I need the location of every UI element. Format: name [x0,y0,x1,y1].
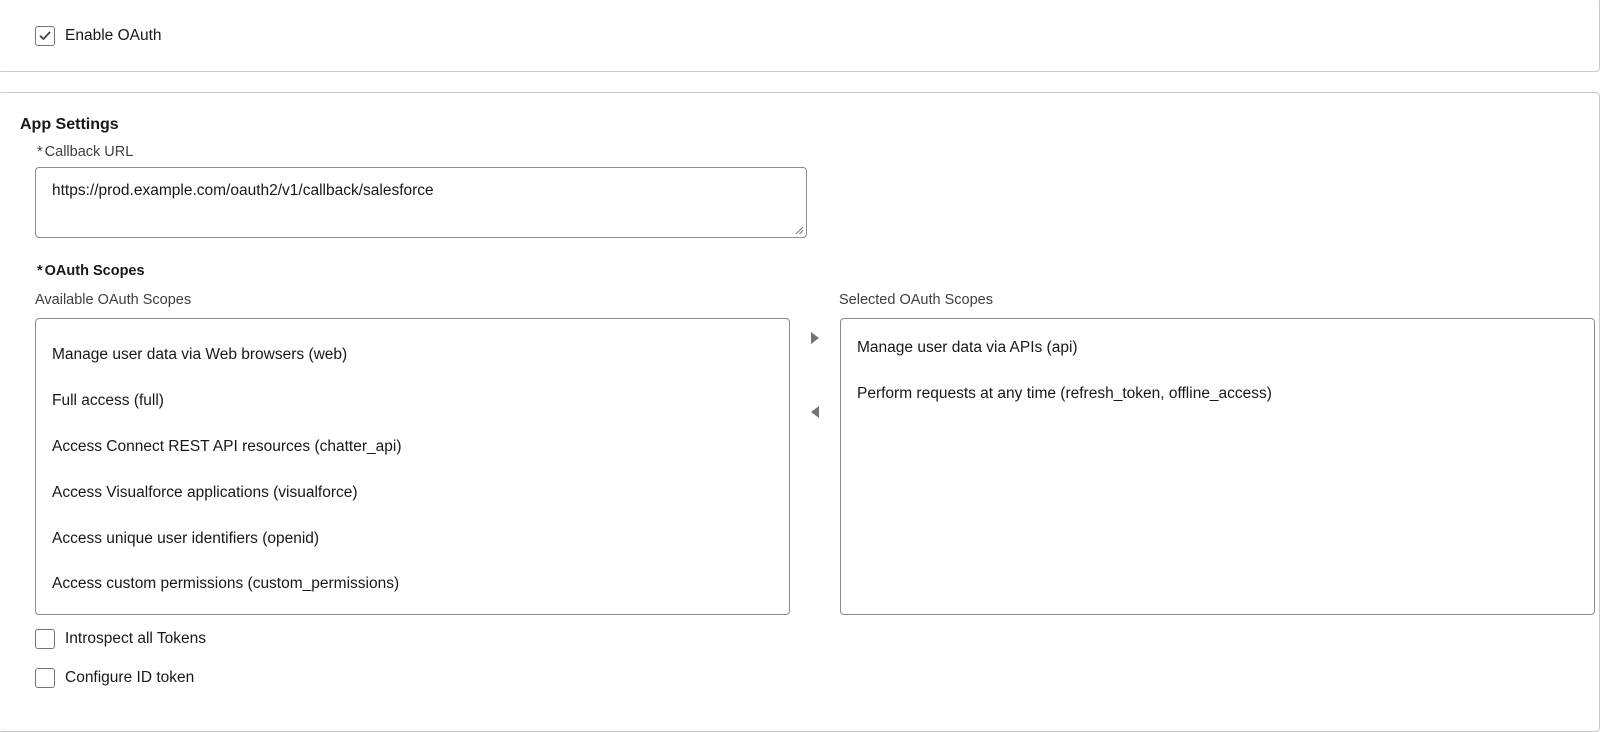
available-scopes-label: Available OAuth Scopes [35,292,192,308]
enable-oauth-label: Enable OAuth [65,27,162,44]
triangle-right-icon [811,332,819,344]
configure-id-token-row[interactable]: Configure ID token [35,667,194,689]
available-scope-option[interactable]: Full access (full) [52,392,164,410]
selected-scopes-label: Selected OAuth Scopes [839,292,993,308]
callback-url-label-text: Callback URL [44,144,134,160]
selected-scopes-listbox[interactable]: Manage user data via APIs (api) Perform … [840,318,1595,615]
triangle-left-icon [811,406,819,418]
selected-scope-option[interactable]: Manage user data via APIs (api) [857,339,1078,357]
available-scope-option[interactable]: Access Visualforce applications (visualf… [52,484,358,502]
introspect-tokens-checkbox[interactable] [35,629,55,649]
oauth-scopes-label-text: OAuth Scopes [44,263,145,279]
enable-oauth-row[interactable]: Enable OAuth [35,25,162,47]
configure-id-token-label: Configure ID token [65,669,195,686]
introspect-tokens-row[interactable]: Introspect all Tokens [35,628,206,650]
available-scope-option[interactable]: Access Connect REST API resources (chatt… [52,438,401,456]
move-left-button[interactable] [806,403,824,421]
callback-url-textarea[interactable]: https://prod.example.com/oauth2/v1/callb… [35,167,807,238]
oauth-scopes-label: * OAuth Scopes [37,263,145,279]
available-scopes-listbox[interactable]: Manage user data via Web browsers (web) … [35,318,790,615]
required-marker: * [37,144,43,160]
resize-grip-icon[interactable] [794,225,804,235]
callback-url-value: https://prod.example.com/oauth2/v1/callb… [52,182,434,199]
app-settings-title: App Settings [20,116,119,133]
checkmark-icon [39,31,51,40]
callback-url-label: * Callback URL [37,144,133,160]
selected-scope-option[interactable]: Perform requests at any time (refresh_to… [857,385,1272,403]
enable-oauth-checkbox[interactable] [35,26,55,46]
available-scope-option[interactable]: Access custom permissions (custom_permis… [52,575,399,593]
enable-oauth-card [0,0,1600,72]
available-scope-option[interactable]: Manage user data via Web browsers (web) [52,346,347,364]
configure-id-token-checkbox[interactable] [35,668,55,688]
introspect-tokens-label: Introspect all Tokens [65,630,207,647]
move-right-button[interactable] [806,329,824,347]
available-scope-option[interactable]: Access unique user identifiers (openid) [52,530,319,548]
required-marker: * [37,263,43,279]
